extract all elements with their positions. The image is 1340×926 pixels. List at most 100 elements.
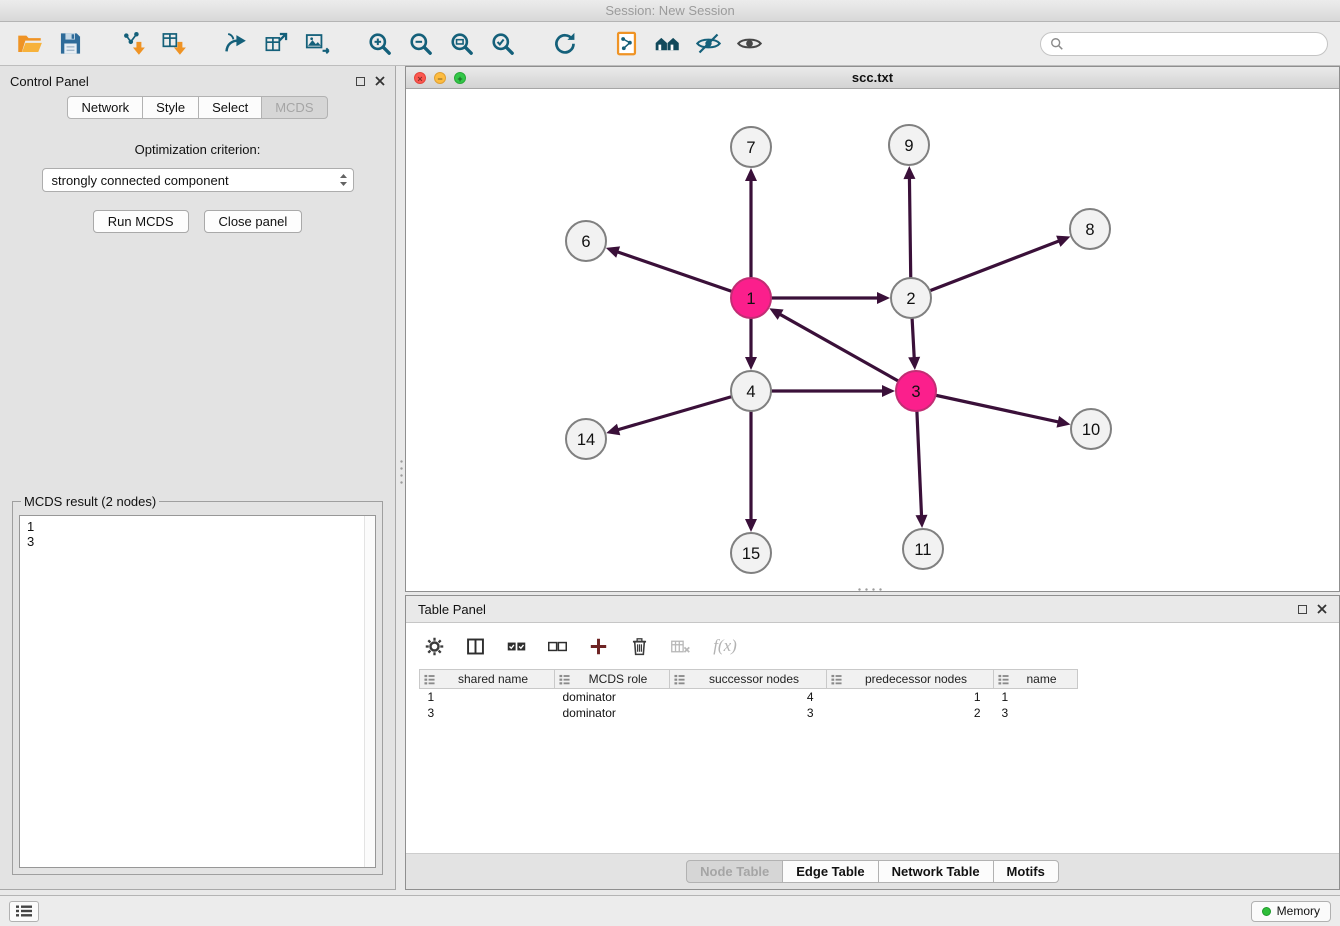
import-network-button[interactable]: [115, 27, 149, 61]
trash-icon: [629, 636, 650, 657]
network-node-2[interactable]: 2: [891, 278, 931, 318]
homes-icon: [654, 30, 681, 57]
import-table-icon: [160, 30, 187, 57]
table-cell[interactable]: 1: [420, 689, 555, 705]
network-edge-3-10[interactable]: [916, 391, 1058, 422]
zoom-fit-button[interactable]: [444, 27, 478, 61]
window-minimize-button[interactable]: −: [434, 72, 446, 84]
zoom-in-button[interactable]: [362, 27, 396, 61]
table-tab-node-table[interactable]: Node Table: [686, 860, 783, 883]
mcds-result-list[interactable]: 13: [19, 515, 376, 868]
split-columns-button[interactable]: [462, 633, 488, 659]
export-table-button[interactable]: [259, 27, 293, 61]
table-tab-network-table[interactable]: Network Table: [878, 860, 994, 883]
control-tab-network[interactable]: Network: [67, 96, 143, 119]
close-table-panel-icon[interactable]: [1317, 604, 1327, 614]
deselect-all-rows-button[interactable]: [544, 633, 570, 659]
horizontal-splitter-handle[interactable]: [856, 587, 883, 592]
network-node-3[interactable]: 3: [896, 371, 936, 411]
network-edge-1-6[interactable]: [618, 252, 751, 298]
zoom-out-icon: [407, 30, 434, 57]
zoom-fit-icon: [448, 30, 475, 57]
close-panel-button[interactable]: Close panel: [204, 210, 303, 233]
node-label: 11: [914, 541, 931, 559]
control-panel-header: Control Panel: [0, 66, 395, 96]
memory-button[interactable]: Memory: [1251, 901, 1331, 922]
zoom-selected-button[interactable]: [485, 27, 519, 61]
result-scrollbar[interactable]: [364, 516, 375, 867]
open-session-button[interactable]: [12, 27, 46, 61]
grid-x-icon: [670, 636, 691, 657]
node-table-area: f(x) shared name MCDS rolesuccessor nodes…: [406, 622, 1339, 853]
control-tab-mcds[interactable]: MCDS: [261, 96, 327, 119]
table-cell[interactable]: dominator: [555, 705, 670, 721]
table-row[interactable]: 3dominator323: [420, 705, 1078, 721]
criterion-select[interactable]: strongly connected component: [42, 168, 354, 192]
network-node-10[interactable]: 10: [1071, 409, 1111, 449]
function-builder-icon: f(x): [713, 636, 737, 656]
toggle-style-button[interactable]: [691, 27, 725, 61]
window-close-button[interactable]: ×: [414, 72, 426, 84]
column-header-successor-nodes[interactable]: successor nodes: [670, 670, 827, 689]
network-node-9[interactable]: 9: [889, 125, 929, 165]
table-cell[interactable]: dominator: [555, 689, 670, 705]
control-tab-select[interactable]: Select: [198, 96, 262, 119]
apply-layout-button[interactable]: [547, 27, 581, 61]
export-network-button[interactable]: [218, 27, 252, 61]
eye-slash-icon: [695, 30, 722, 57]
show-graphics-details-button[interactable]: [732, 27, 766, 61]
table-cell[interactable]: 2: [827, 705, 994, 721]
network-node-11[interactable]: 11: [903, 529, 943, 569]
network-node-7[interactable]: 7: [731, 127, 771, 167]
network-node-6[interactable]: 6: [566, 221, 606, 261]
network-node-15[interactable]: 15: [731, 533, 771, 573]
save-session-button[interactable]: [53, 27, 87, 61]
table-row[interactable]: 1dominator411: [420, 689, 1078, 705]
plus-icon: [588, 636, 609, 657]
float-table-panel-icon[interactable]: [1298, 605, 1307, 614]
panel-menu-button[interactable]: [9, 901, 39, 922]
network-node-8[interactable]: 8: [1070, 209, 1110, 249]
network-style-button[interactable]: [609, 27, 643, 61]
column-sort-icon: [424, 674, 435, 685]
window-zoom-button[interactable]: +: [454, 72, 466, 84]
table-settings-button[interactable]: [421, 633, 447, 659]
add-row-button[interactable]: [585, 633, 611, 659]
zoom-out-button[interactable]: [403, 27, 437, 61]
table-cell[interactable]: 3: [420, 705, 555, 721]
network-edge-2-8[interactable]: [911, 241, 1058, 298]
open-folder-icon: [16, 30, 43, 57]
run-mcds-button[interactable]: Run MCDS: [93, 210, 189, 233]
search-box[interactable]: [1040, 32, 1328, 56]
float-panel-icon[interactable]: [356, 77, 365, 86]
column-header-shared-name[interactable]: shared name: [420, 670, 555, 689]
table-cell[interactable]: 1: [994, 689, 1078, 705]
column-header-name[interactable]: name: [994, 670, 1078, 689]
column-header-mcds-role[interactable]: MCDS role: [555, 670, 670, 689]
table-toolbar: f(x): [406, 623, 1339, 669]
table-tab-edge-table[interactable]: Edge Table: [782, 860, 878, 883]
table-cell[interactable]: 3: [994, 705, 1078, 721]
save-icon: [57, 30, 84, 57]
search-input[interactable]: [1069, 37, 1318, 51]
home-view-button[interactable]: [650, 27, 684, 61]
network-window-titlebar: ×−+ scc.txt: [406, 67, 1339, 89]
network-node-14[interactable]: 14: [566, 419, 606, 459]
table-cell[interactable]: 1: [827, 689, 994, 705]
column-header-label: shared name: [458, 672, 528, 686]
network-node-4[interactable]: 4: [731, 371, 771, 411]
table-tab-motifs[interactable]: Motifs: [993, 860, 1059, 883]
close-panel-icon[interactable]: [375, 76, 385, 86]
network-node-1[interactable]: 1: [731, 278, 771, 318]
control-tab-style[interactable]: Style: [142, 96, 199, 119]
network-edge-3-1[interactable]: [781, 315, 916, 391]
vertical-splitter-handle[interactable]: [399, 458, 404, 485]
table-cell[interactable]: 4: [670, 689, 827, 705]
import-table-button[interactable]: [156, 27, 190, 61]
export-image-button[interactable]: [300, 27, 334, 61]
select-all-rows-button[interactable]: [503, 633, 529, 659]
table-cell[interactable]: 3: [670, 705, 827, 721]
delete-row-button[interactable]: [626, 633, 652, 659]
column-header-predecessor-nodes[interactable]: predecessor nodes: [827, 670, 994, 689]
network-canvas[interactable]: 7 9 6 8 1 2 4 3 14 10 15 11: [406, 89, 1339, 591]
